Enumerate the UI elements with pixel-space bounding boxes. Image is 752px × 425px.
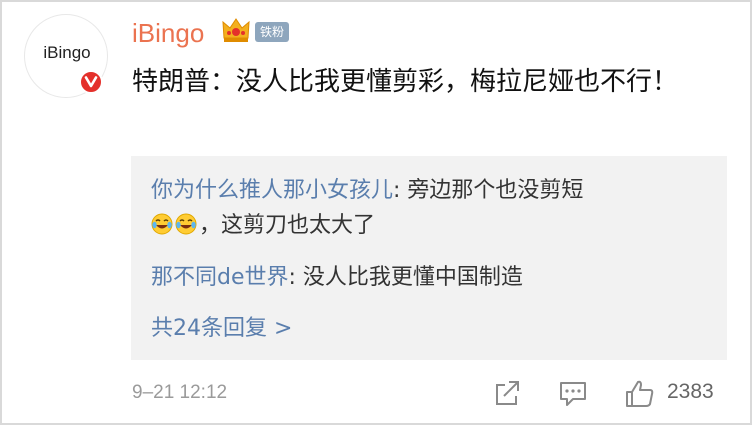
reply-separator: : [288, 265, 303, 290]
crown-icon [222, 18, 250, 42]
laugh-cry-icon [151, 213, 173, 235]
more-replies-link[interactable]: 共24条回复 > [151, 311, 292, 346]
reply-item: 那不同de世界: 没人比我更懂中国制造 [151, 260, 711, 295]
username-link[interactable]: iBingo [132, 17, 204, 49]
reply-separator: : [393, 178, 408, 203]
share-icon[interactable] [493, 378, 521, 408]
avatar-text: iBingo [43, 43, 91, 62]
fan-badge: 铁粉 [255, 22, 290, 42]
comment-icon[interactable] [558, 378, 588, 408]
laugh-cry-icon [175, 213, 197, 235]
comment-card: iBingo iBingo 铁粉 特朗普：没人比我更懂剪彩，梅拉尼娅也不行！ 你… [0, 0, 752, 425]
reply-item: 你为什么推人那小女孩儿: 旁边那个也没剪短 ，这剪刀也太大了 [151, 173, 711, 243]
reply-text-continued: ，这剪刀也太大了 [199, 213, 376, 238]
reply-text: 旁边那个也没剪短 [407, 178, 584, 203]
reply-author-link[interactable]: 你为什么推人那小女孩儿 [151, 178, 393, 203]
like-icon[interactable] [624, 378, 656, 410]
reply-author-link[interactable]: 那不同de世界 [151, 265, 289, 290]
timestamp: 9–21 12:12 [132, 382, 228, 403]
like-count: 2383 [667, 380, 714, 403]
post-text: 特朗普：没人比我更懂剪彩，梅拉尼娅也不行！ [132, 67, 679, 97]
reply-text: 没人比我更懂中国制造 [302, 265, 523, 290]
replies-panel: 你为什么推人那小女孩儿: 旁边那个也没剪短 ，这剪刀也太大了 那不同de世界: … [131, 156, 727, 360]
verified-badge-icon [79, 70, 103, 94]
